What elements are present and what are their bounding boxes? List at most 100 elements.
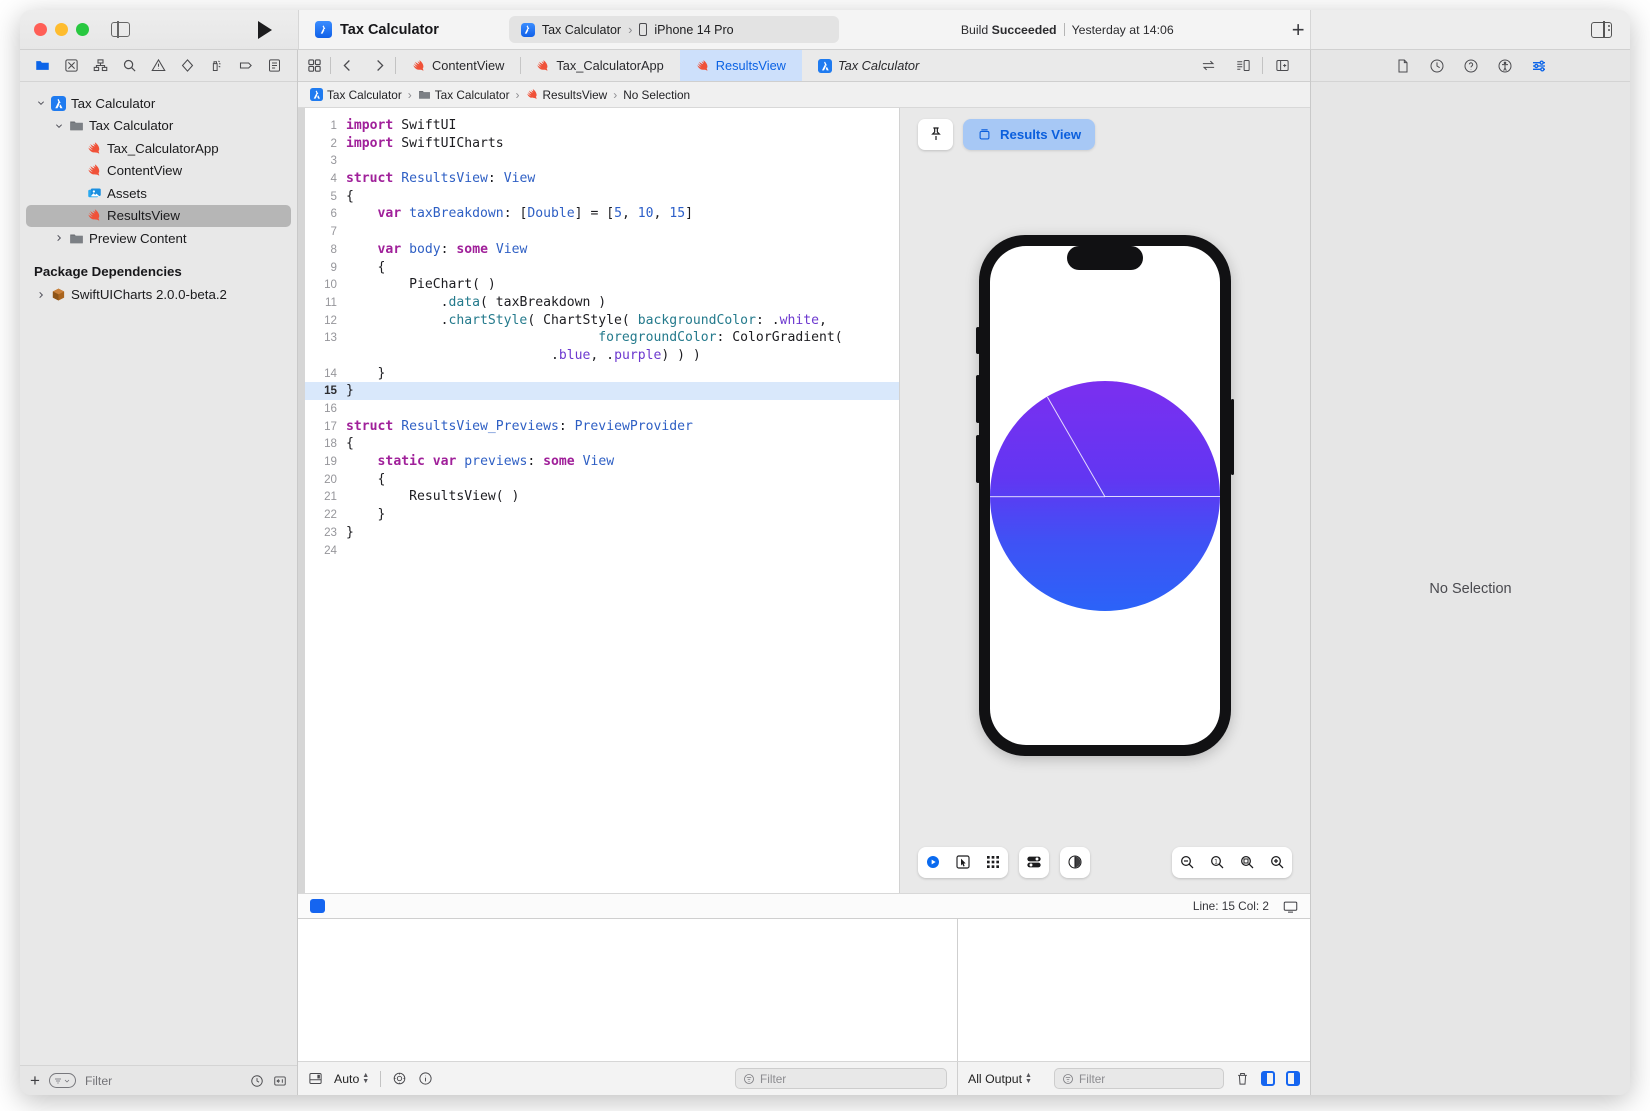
source-control-filter-icon[interactable] bbox=[273, 1074, 287, 1088]
toggle-variables-pane-icon[interactable] bbox=[1261, 1071, 1275, 1086]
disclosure-down-icon[interactable] bbox=[52, 122, 66, 130]
navigate-back-icon[interactable] bbox=[331, 50, 363, 81]
code-review-icon[interactable] bbox=[1192, 50, 1224, 81]
folder-icon[interactable] bbox=[28, 53, 57, 79]
debug-area-toggle-icon[interactable] bbox=[308, 1071, 323, 1086]
console-view[interactable] bbox=[958, 919, 1310, 1061]
code-line[interactable]: 14 } bbox=[298, 365, 899, 383]
canvas-toggle-icon[interactable] bbox=[1283, 899, 1298, 914]
debug-icon[interactable] bbox=[202, 53, 231, 79]
inspector-toggle-icon[interactable] bbox=[1591, 20, 1612, 39]
code-line[interactable]: 1 import SwiftUI bbox=[298, 117, 899, 135]
filter-options-icon[interactable] bbox=[48, 1073, 76, 1088]
console-scope-popup[interactable]: All Output ▲ ▼ bbox=[968, 1072, 1032, 1086]
code-line[interactable]: 12 .chartStyle( ChartStyle( backgroundCo… bbox=[298, 312, 899, 330]
attributes-icon[interactable] bbox=[1531, 58, 1547, 74]
disclosure-down-icon[interactable] bbox=[34, 99, 48, 107]
breadcrumb-item[interactable]: Tax Calculator bbox=[418, 88, 510, 102]
accessibility-icon[interactable] bbox=[1497, 58, 1513, 74]
code-line[interactable]: 6 var taxBreakdown: [Double] = [5, 10, 1… bbox=[298, 205, 899, 223]
code-line[interactable]: 18 { bbox=[298, 435, 899, 453]
history-icon[interactable] bbox=[1429, 58, 1445, 74]
build-status[interactable]: Build Succeeded Yesterday at 14:06 bbox=[961, 23, 1174, 37]
editor-tab[interactable]: ResultsView bbox=[679, 50, 802, 81]
zoom-button[interactable] bbox=[76, 23, 89, 36]
code-line[interactable]: 20 { bbox=[298, 471, 899, 489]
code-line[interactable]: 15} bbox=[298, 382, 899, 400]
tree-item[interactable]: ContentView bbox=[20, 160, 297, 183]
report-icon[interactable] bbox=[260, 53, 289, 79]
device-screen[interactable] bbox=[990, 246, 1220, 745]
minimize-button[interactable] bbox=[55, 23, 68, 36]
scheme-destination-selector[interactable]: Tax Calculator › iPhone 14 Pro bbox=[508, 16, 839, 43]
breadcrumb-item[interactable]: No Selection bbox=[623, 88, 690, 102]
code-line[interactable]: 3 bbox=[298, 152, 899, 170]
add-file-button[interactable]: + bbox=[30, 1071, 40, 1091]
sidebar-toggle-icon[interactable] bbox=[111, 21, 130, 38]
help-icon[interactable] bbox=[1463, 58, 1479, 74]
code-line[interactable]: 4 struct ResultsView: View bbox=[298, 170, 899, 188]
code-line[interactable]: 2 import SwiftUICharts bbox=[298, 135, 899, 153]
code-content[interactable]: 1 import SwiftUI 2 import SwiftUICharts 3 4 st… bbox=[298, 108, 899, 559]
warning-icon[interactable] bbox=[144, 53, 173, 79]
watch-expression-icon[interactable] bbox=[392, 1071, 407, 1086]
code-line[interactable]: .blue, .purple) ) ) bbox=[298, 347, 899, 365]
code-line[interactable]: 8 var body: some View bbox=[298, 241, 899, 259]
tree-item[interactable]: Tax_CalculatorApp bbox=[20, 137, 297, 160]
editor-tab[interactable]: Tax_CalculatorApp bbox=[520, 50, 679, 81]
disclosure-right-icon[interactable] bbox=[34, 291, 48, 299]
zoom-actual-icon[interactable]: 1 bbox=[1202, 847, 1232, 878]
navigator-filter-placeholder[interactable]: Filter bbox=[85, 1074, 241, 1088]
run-button[interactable] bbox=[258, 20, 272, 39]
code-line[interactable]: 23} bbox=[298, 524, 899, 542]
breadcrumb[interactable]: Tax Calculator › Tax Calculator › ResultsVie… bbox=[298, 82, 1310, 108]
code-line[interactable]: 22 } bbox=[298, 506, 899, 524]
disclosure-right-icon[interactable] bbox=[52, 234, 66, 242]
zoom-fit-icon[interactable] bbox=[1232, 847, 1262, 878]
live-preview-icon[interactable] bbox=[918, 847, 948, 878]
device-settings-icon[interactable] bbox=[1019, 847, 1049, 878]
code-line[interactable]: 19 static var previews: some View bbox=[298, 453, 899, 471]
file-icon[interactable] bbox=[1395, 58, 1411, 74]
selectable-icon[interactable] bbox=[948, 847, 978, 878]
minimap-icon[interactable] bbox=[1227, 50, 1259, 81]
tree-item[interactable]: ResultsView bbox=[26, 204, 291, 227]
breadcrumb-item[interactable]: ResultsView bbox=[526, 88, 607, 102]
recent-files-icon[interactable] bbox=[250, 1074, 264, 1088]
variables-view[interactable] bbox=[298, 919, 958, 1061]
close-button[interactable] bbox=[34, 23, 47, 36]
code-line[interactable]: 5{ bbox=[298, 188, 899, 206]
code-line[interactable]: 9 { bbox=[298, 259, 899, 277]
pin-icon[interactable] bbox=[918, 118, 953, 150]
tree-item[interactable]: Tax Calculator bbox=[20, 115, 297, 138]
code-line[interactable]: 24 bbox=[298, 542, 899, 560]
editor-grid-icon[interactable] bbox=[298, 50, 330, 81]
clear-console-icon[interactable] bbox=[1235, 1071, 1250, 1086]
variables-scope-popup[interactable]: Auto ▲ ▼ bbox=[334, 1072, 369, 1086]
zoom-in-icon[interactable] bbox=[1262, 847, 1292, 878]
search-icon[interactable] bbox=[115, 53, 144, 79]
breakpoint-icon[interactable] bbox=[231, 53, 260, 79]
preview-stage[interactable] bbox=[900, 160, 1310, 831]
code-line[interactable]: 17 struct ResultsView_Previews: PreviewPr… bbox=[298, 418, 899, 436]
code-line[interactable]: 16 bbox=[298, 400, 899, 418]
add-editor-button[interactable]: + bbox=[1292, 18, 1305, 41]
tree-item[interactable]: Preview Content bbox=[20, 227, 297, 250]
code-line[interactable]: 10 PieChart( ) bbox=[298, 276, 899, 294]
console-filter-field[interactable]: Filter bbox=[1054, 1068, 1224, 1089]
orientation-icon[interactable] bbox=[1060, 847, 1090, 878]
toggle-console-pane-icon[interactable] bbox=[1286, 1071, 1300, 1086]
package-item[interactable]: SwiftUICharts 2.0.0-beta.2 bbox=[20, 284, 297, 307]
preview-device-pill[interactable]: Results View bbox=[963, 118, 1096, 150]
traffic-lights[interactable] bbox=[34, 23, 89, 36]
tree-item[interactable]: Assets bbox=[20, 182, 297, 205]
code-line[interactable]: 7 bbox=[298, 223, 899, 241]
test-icon[interactable] bbox=[173, 53, 202, 79]
editor-tab[interactable]: ContentView bbox=[396, 50, 520, 81]
zoom-out-icon[interactable] bbox=[1172, 847, 1202, 878]
source-control-icon[interactable] bbox=[57, 53, 86, 79]
project-navigator-tree[interactable]: Tax Calculator Tax Calculator Tax_Calculat… bbox=[20, 82, 297, 1065]
code-line[interactable]: 21 ResultsView( ) bbox=[298, 488, 899, 506]
code-line[interactable]: 13 foregroundColor: ColorGradient( bbox=[298, 329, 899, 347]
source-editor[interactable]: 1 import SwiftUI 2 import SwiftUICharts 3 4 st… bbox=[298, 108, 900, 893]
